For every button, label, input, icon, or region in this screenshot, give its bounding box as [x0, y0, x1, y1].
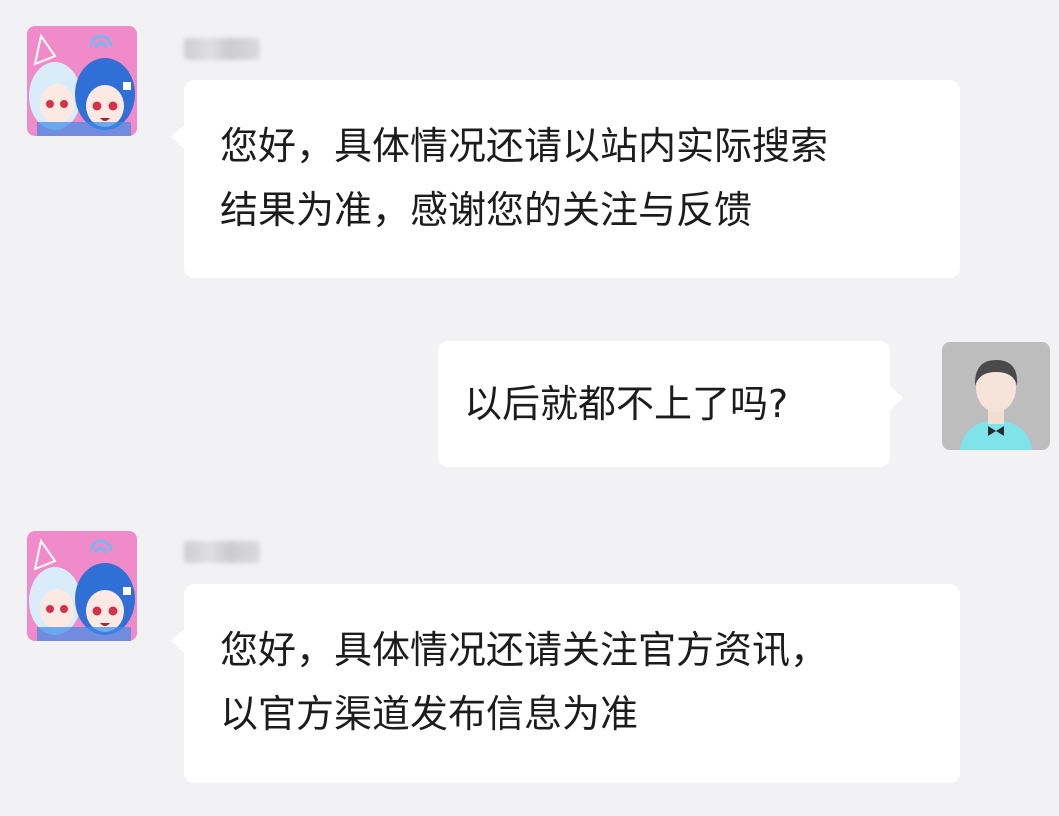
agent-avatar[interactable] [27, 26, 137, 136]
agent-avatar[interactable] [27, 531, 137, 641]
message-text-line: 以官方渠道发布信息为准 [220, 692, 639, 736]
agent-name-blurred [184, 38, 260, 60]
anime-characters-avatar-icon [27, 26, 137, 136]
agent-message-bubble: 您好，具体情况还请以站内实际搜索 结果为准，感谢您的关注与反馈 [171, 80, 960, 278]
default-user-avatar-icon [942, 342, 1050, 450]
message-text-line: 以后就都不上了吗? [464, 382, 789, 426]
anime-characters-avatar-icon [27, 531, 137, 641]
agent-name-blurred [184, 541, 260, 563]
message-text-line: 您好，具体情况还请关注官方资讯， [220, 628, 829, 672]
user-message-bubble: 以后就都不上了吗? [438, 341, 903, 467]
agent-message-bubble: 您好，具体情况还请关注官方资讯， 以官方渠道发布信息为准 [171, 584, 960, 783]
message-text-line: 您好，具体情况还请以站内实际搜索 [220, 124, 829, 168]
message-text-line: 结果为准，感谢您的关注与反馈 [220, 188, 753, 232]
user-avatar[interactable] [942, 342, 1050, 450]
